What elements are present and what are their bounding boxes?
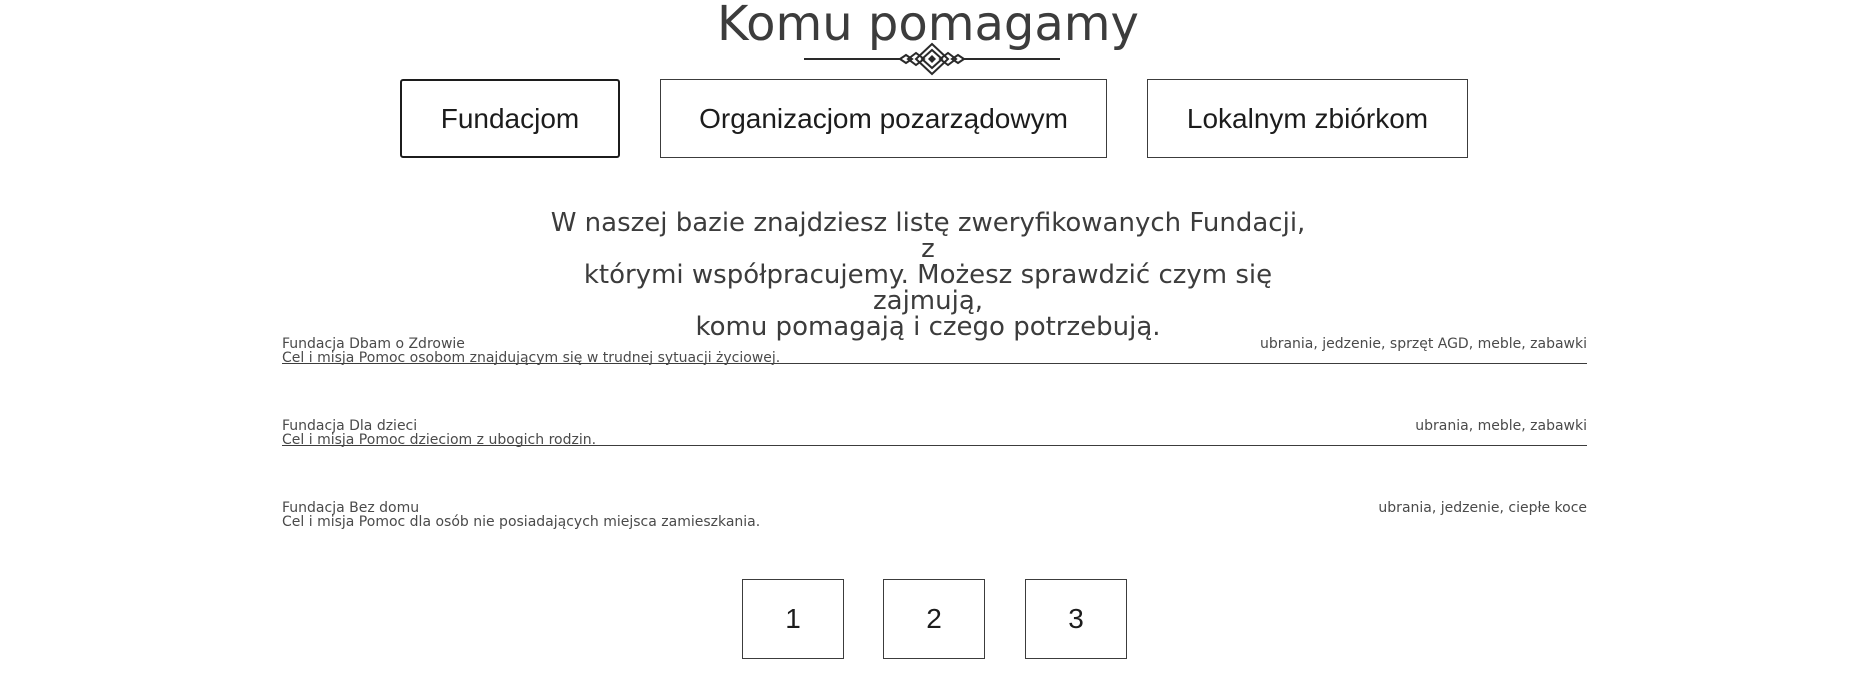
organization-needs: ubrania, jedzenie, sprzęt AGD, meble, za… bbox=[1259, 336, 1587, 352]
tab-description: W naszej bazie znajdziesz listę zweryfik… bbox=[540, 210, 1316, 340]
ornament-divider-icon bbox=[804, 42, 1060, 76]
page-button-2[interactable]: 2 bbox=[883, 579, 985, 659]
description-line: którymi współpracujemy. Możesz sprawdzić… bbox=[583, 260, 1273, 316]
organization-mission: Cel i misja Pomoc dla osób nie posiadają… bbox=[282, 514, 761, 530]
page-button-1[interactable]: 1 bbox=[742, 579, 844, 659]
organization-name: Fundacja Bez domu bbox=[282, 500, 420, 516]
tab-organizacjom-pozarzadowym[interactable]: Organizacjom pozarządowym bbox=[660, 79, 1107, 158]
description-line: W naszej bazie znajdziesz listę zweryfik… bbox=[550, 208, 1306, 264]
organization-name: Fundacja Dla dzieci bbox=[282, 418, 418, 434]
organization-mission: Cel i misja Pomoc dzieciom z ubogich rod… bbox=[282, 432, 597, 448]
organization-needs: ubrania, jedzenie, ciepłe koce bbox=[1378, 500, 1587, 516]
list-item: Fundacja Dla dzieci Cel i misja Pomoc dz… bbox=[282, 417, 1587, 448]
list-item: Fundacja Dbam o Zdrowie Cel i misja Pomo… bbox=[282, 335, 1587, 366]
list-item: Fundacja Bez domu Cel i misja Pomoc dla … bbox=[282, 499, 1587, 530]
organization-list: Fundacja Dbam o Zdrowie Cel i misja Pomo… bbox=[282, 335, 1587, 580]
organization-needs: ubrania, meble, zabawki bbox=[1415, 418, 1587, 434]
organization-mission: Cel i misja Pomoc osobom znajdującym się… bbox=[282, 350, 781, 366]
page-button-3[interactable]: 3 bbox=[1025, 579, 1127, 659]
tab-lokalnym-zbiorkom[interactable]: Lokalnym zbiórkom bbox=[1147, 79, 1468, 158]
tab-fundacjom[interactable]: Fundacjom bbox=[400, 79, 620, 158]
organization-name: Fundacja Dbam o Zdrowie bbox=[282, 336, 465, 352]
